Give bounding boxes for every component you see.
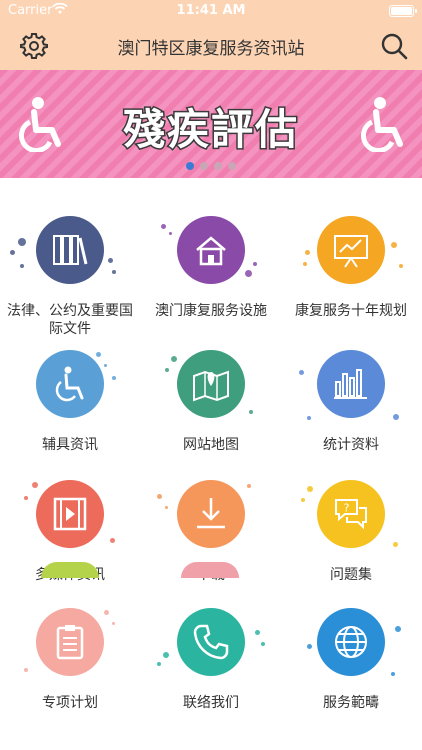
- carousel-dots[interactable]: [0, 162, 422, 170]
- menu-icon-circle[interactable]: [317, 608, 385, 676]
- decorative-dot: [171, 356, 177, 362]
- decorative-dot: [255, 630, 260, 635]
- menu-icon-circle[interactable]: [317, 216, 385, 284]
- menu-icon-circle[interactable]: [177, 480, 245, 548]
- menu-icon-circle[interactable]: [41, 562, 99, 578]
- menu-item[interactable]: 辅具资讯: [0, 312, 140, 453]
- carousel-dot[interactable]: [214, 162, 222, 170]
- decorative-dot: [305, 250, 310, 255]
- decorative-dot: [307, 644, 312, 649]
- menu-item[interactable]: 网站地图: [141, 312, 281, 453]
- decorative-dot: [157, 494, 162, 499]
- status-time: 11:41 AM: [176, 3, 246, 18]
- menu-icon-circle[interactable]: [177, 350, 245, 418]
- decorative-dot: [157, 662, 161, 666]
- menu-icon-wrap: [141, 570, 281, 680]
- menu-item[interactable]: 法律、公约及重要国际文件: [0, 178, 140, 337]
- decorative-dot: [391, 242, 397, 248]
- carousel-dot[interactable]: [228, 162, 236, 170]
- decorative-dot: [24, 668, 28, 672]
- menu-item[interactable]: 专项计划: [0, 570, 140, 711]
- decorative-dot: [110, 538, 115, 543]
- menu-item-label: 联络我们: [183, 695, 239, 711]
- menu-icon-wrap: ?: [281, 442, 421, 552]
- decorative-dot: [393, 542, 398, 547]
- decorative-dot: [96, 352, 101, 357]
- decorative-dot: [395, 626, 401, 632]
- menu-icon-wrap: [141, 312, 281, 422]
- menu-icon-circle[interactable]: [317, 350, 385, 418]
- wheelchair-icon: [360, 96, 408, 154]
- decorative-dot: [303, 262, 307, 266]
- menu-icon-wrap: [281, 312, 421, 422]
- decorative-dot: [249, 410, 253, 414]
- decorative-dot: [18, 238, 26, 246]
- decorative-dot: [399, 264, 403, 268]
- menu-icon-circle[interactable]: [177, 608, 245, 676]
- menu-icon-wrap: [0, 570, 140, 680]
- status-bar: Carrier 11:41 AM: [0, 0, 422, 22]
- page-title: 澳门特区康复服务资讯站: [117, 39, 305, 59]
- menu-icon-wrap: [0, 312, 140, 422]
- decorative-dot: [32, 482, 38, 488]
- menu-icon-circle[interactable]: [36, 350, 104, 418]
- menu-icon-circle[interactable]: ?: [317, 480, 385, 548]
- menu-icon-circle[interactable]: [181, 562, 239, 578]
- menu-icon-wrap: [141, 442, 281, 552]
- decorative-dot: [307, 486, 313, 492]
- menu-item[interactable]: ? 问题集: [281, 442, 421, 583]
- menu-icon-wrap: [281, 570, 421, 680]
- decorative-dot: [24, 496, 28, 500]
- decorative-dot: [301, 498, 305, 502]
- decorative-dot: [261, 642, 265, 646]
- decorative-dot: [112, 376, 116, 380]
- decorative-dot: [245, 270, 252, 277]
- banner-title: 殘疾評估: [121, 104, 299, 156]
- menu-item[interactable]: 统计资料: [281, 312, 421, 453]
- menu-item-label: 专项计划: [42, 695, 98, 711]
- menu-icon-circle[interactable]: [36, 608, 104, 676]
- decorative-dot: [104, 610, 109, 615]
- decorative-dot: [163, 652, 169, 658]
- decorative-dot: [391, 672, 395, 676]
- menu-icon-circle[interactable]: [36, 480, 104, 548]
- decorative-dot: [247, 484, 251, 488]
- battery-icon: [389, 5, 417, 17]
- decorative-dot: [169, 232, 172, 235]
- search-icon[interactable]: [380, 32, 408, 60]
- menu-icon-wrap: [0, 442, 140, 552]
- decorative-dot: [165, 368, 169, 372]
- menu-item[interactable]: 联络我们: [141, 570, 281, 711]
- menu-icon-circle[interactable]: [36, 216, 104, 284]
- decorative-dot: [104, 364, 107, 367]
- decorative-dot: [10, 250, 15, 255]
- decorative-dot: [161, 224, 166, 229]
- menu-item[interactable]: 服务範疇: [281, 570, 421, 711]
- menu-item[interactable]: 多媒体资讯: [0, 442, 140, 583]
- decorative-dot: [112, 622, 115, 625]
- menu-item-label: 服务範疇: [323, 695, 379, 711]
- decorative-dot: [307, 416, 311, 420]
- carousel-dot[interactable]: [186, 162, 194, 170]
- decorative-dot: [253, 262, 257, 266]
- decorative-dot: [108, 258, 113, 263]
- menu-item[interactable]: 澳门康复服务设施: [141, 178, 281, 319]
- banner-carousel[interactable]: 殘疾評估: [0, 70, 422, 178]
- nav-bar: 澳门特区康复服务资讯站: [0, 22, 422, 70]
- decorative-dot: [299, 370, 304, 375]
- svg-text:?: ?: [344, 502, 350, 515]
- menu-item[interactable]: 康复服务十年规划: [281, 178, 421, 319]
- menu-icon-wrap: [0, 178, 140, 288]
- menu-item[interactable]: 下载: [141, 442, 281, 583]
- carousel-dot[interactable]: [200, 162, 208, 170]
- menu-icon-circle[interactable]: [177, 216, 245, 284]
- menu-icon-wrap: [141, 178, 281, 288]
- menu-icon-wrap: [281, 178, 421, 288]
- decorative-dot: [112, 270, 116, 274]
- decorative-dot: [165, 506, 168, 509]
- decorative-dot: [20, 264, 24, 268]
- decorative-dot: [393, 414, 399, 420]
